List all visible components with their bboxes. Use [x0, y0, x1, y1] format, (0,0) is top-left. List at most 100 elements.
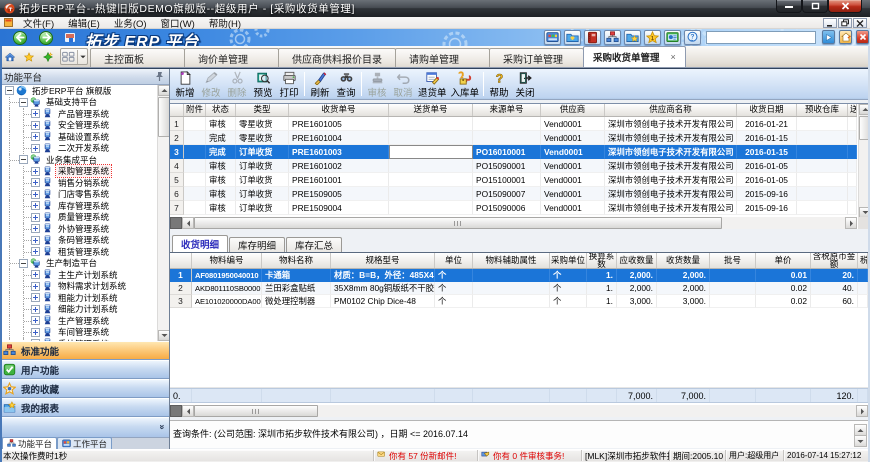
- menu-item-3[interactable]: 窗口(W): [156, 16, 200, 30]
- cell[interactable]: 深圳市领创电子技术开发有限公司: [605, 159, 737, 173]
- document-tab-4[interactable]: 采购订单管理: [489, 48, 584, 67]
- tree-item[interactable]: 质量管理系统: [0, 212, 158, 224]
- cell[interactable]: PO15090006: [473, 201, 541, 215]
- cell[interactable]: PRE1601004: [289, 131, 389, 145]
- cell[interactable]: PM0102 Chip Dice-48: [331, 295, 435, 308]
- cell[interactable]: [858, 282, 868, 295]
- toolbar-button-取消[interactable]: 取消: [390, 70, 416, 99]
- cell[interactable]: PO16010001: [473, 145, 541, 159]
- tree-item[interactable]: 委外管理系统: [0, 338, 158, 341]
- column-header-规格型号[interactable]: 规格型号: [331, 253, 435, 268]
- quick-help-balloon-button[interactable]: ?: [684, 30, 701, 45]
- mdi-close-button[interactable]: [853, 18, 867, 28]
- cell[interactable]: 2,000.: [617, 282, 657, 295]
- column-header-预收仓库[interactable]: 预收仓库: [797, 104, 848, 116]
- cell[interactable]: [184, 131, 206, 145]
- detail-splitter-box[interactable]: [170, 405, 182, 417]
- column-header-物料辅助属性[interactable]: 物料辅助属性: [473, 253, 550, 268]
- quick-favorite-star-button[interactable]: 1: [644, 30, 661, 45]
- spin-down-button[interactable]: [854, 435, 867, 447]
- cell[interactable]: 零星收货: [236, 131, 289, 145]
- cell[interactable]: [389, 173, 473, 187]
- cell[interactable]: [184, 187, 206, 201]
- tab-close-icon[interactable]: ×: [671, 52, 676, 62]
- menu-item-2[interactable]: 业务(O): [109, 16, 152, 30]
- cell[interactable]: [184, 201, 206, 215]
- cell[interactable]: 2016-01-05: [737, 173, 797, 187]
- document-tab-0[interactable]: 主控面板: [90, 48, 185, 67]
- cell[interactable]: 5: [170, 173, 184, 187]
- tree-expand-toggle[interactable]: [31, 270, 40, 279]
- quick-notebook-button[interactable]: [584, 30, 601, 45]
- outlook-bar-1[interactable]: 用户功能: [0, 360, 169, 379]
- cell[interactable]: 7: [170, 201, 184, 215]
- cell[interactable]: 审核: [206, 159, 236, 173]
- tree-expand-toggle[interactable]: [5, 86, 14, 95]
- cell[interactable]: 审核: [206, 117, 236, 131]
- tree-item[interactable]: 条码管理系统: [0, 235, 158, 247]
- column-header-批号[interactable]: 批号: [710, 253, 756, 268]
- column-header-收货数量[interactable]: 收货数量: [657, 253, 710, 268]
- column-header-换算系数[interactable]: 换算系数: [587, 253, 617, 268]
- tree-expand-toggle[interactable]: [31, 293, 40, 302]
- document-tab-5[interactable]: 采购收货单管理×: [583, 46, 686, 67]
- tree-scroll-thumb[interactable]: [158, 97, 169, 137]
- cell[interactable]: [797, 201, 848, 215]
- cell[interactable]: 个: [435, 295, 473, 308]
- column-header-收货单号[interactable]: 收货单号: [289, 104, 389, 116]
- cell[interactable]: 2,000.: [617, 269, 657, 282]
- cell[interactable]: 深圳市领创电子技术开发有限公司: [605, 131, 737, 145]
- detail-hscroll-thumb[interactable]: [194, 405, 318, 417]
- column-header-物料编号[interactable]: 物料编号: [192, 253, 262, 268]
- document-tab-1[interactable]: 询价单管理: [184, 48, 279, 67]
- toolbar-button-修改[interactable]: 修改: [198, 70, 224, 99]
- column-header-收货日期[interactable]: 收货日期: [737, 104, 797, 116]
- cell[interactable]: 1.: [587, 295, 617, 308]
- cell[interactable]: 个: [550, 282, 587, 295]
- tree-expand-toggle[interactable]: [31, 282, 40, 291]
- minimize-button[interactable]: [776, 0, 802, 13]
- tree-expand-toggle[interactable]: [31, 236, 40, 245]
- cell[interactable]: 订单收货: [236, 159, 289, 173]
- toolbar-button-退货单[interactable]: 退货单: [416, 70, 449, 99]
- grid2-row-1[interactable]: 2AKD801110SB0000兰田彩盒贴纸35X8mm 80g铜版纸不干胶 印…: [170, 282, 868, 295]
- cell[interactable]: [848, 117, 857, 131]
- menu-item-1[interactable]: 编辑(E): [63, 16, 105, 30]
- cell[interactable]: 订单收货: [236, 187, 289, 201]
- tree-item[interactable]: 生产制造平台: [0, 258, 158, 270]
- toolbar-button-帮助[interactable]: ?帮助: [486, 70, 512, 99]
- cell[interactable]: [473, 131, 541, 145]
- cell[interactable]: [858, 295, 868, 308]
- outlook-overflow-bar[interactable]: »: [0, 417, 169, 437]
- cell[interactable]: 订单收货: [236, 201, 289, 215]
- mdi-restore-button[interactable]: [838, 18, 852, 28]
- status-audit[interactable]: 你有 0 件审核事务!: [478, 450, 582, 461]
- column-header-rownum[interactable]: [170, 104, 184, 116]
- home-icon[interactable]: [5, 52, 15, 62]
- grid-horizontal-scrollbar[interactable]: [170, 217, 857, 229]
- cell[interactable]: [797, 187, 848, 201]
- tree-expand-toggle[interactable]: [31, 201, 40, 210]
- cell[interactable]: PO15090007: [473, 187, 541, 201]
- column-header-送货单号[interactable]: 送货单号: [389, 104, 473, 116]
- tree-scroll-down-button[interactable]: [158, 330, 169, 341]
- tree-item[interactable]: 粗能力计划系统: [0, 292, 158, 304]
- column-header-应收数量[interactable]: 应收数量: [617, 253, 657, 268]
- quick-folder-add-button[interactable]: [624, 30, 641, 45]
- toolbar-button-打印[interactable]: 打印: [276, 70, 302, 99]
- tree-expand-toggle[interactable]: [31, 190, 40, 199]
- grid2-row-2[interactable]: 3AE101020000DA00微处理控制器PM0102 Chip Dice-4…: [170, 295, 868, 308]
- cell[interactable]: 3: [170, 295, 192, 308]
- cell[interactable]: Vend0001: [541, 131, 605, 145]
- cell[interactable]: PO15100001: [473, 173, 541, 187]
- cell[interactable]: PRE1601005: [289, 117, 389, 131]
- column-header-单价[interactable]: 单价: [756, 253, 811, 268]
- cell[interactable]: PRE1509005: [289, 187, 389, 201]
- cell[interactable]: [797, 173, 848, 187]
- cell[interactable]: AE101020000DA00: [192, 295, 262, 308]
- detail-scroll-right-button[interactable]: [856, 405, 868, 417]
- tree-expand-toggle[interactable]: [31, 224, 40, 233]
- tree-item[interactable]: 基础设置系统: [0, 131, 158, 143]
- tree-item[interactable]: 外协管理系统: [0, 223, 158, 235]
- grid1-row-1[interactable]: 2完成零星收货PRE1601004Vend0001深圳市领创电子技术开发有限公司…: [170, 131, 857, 145]
